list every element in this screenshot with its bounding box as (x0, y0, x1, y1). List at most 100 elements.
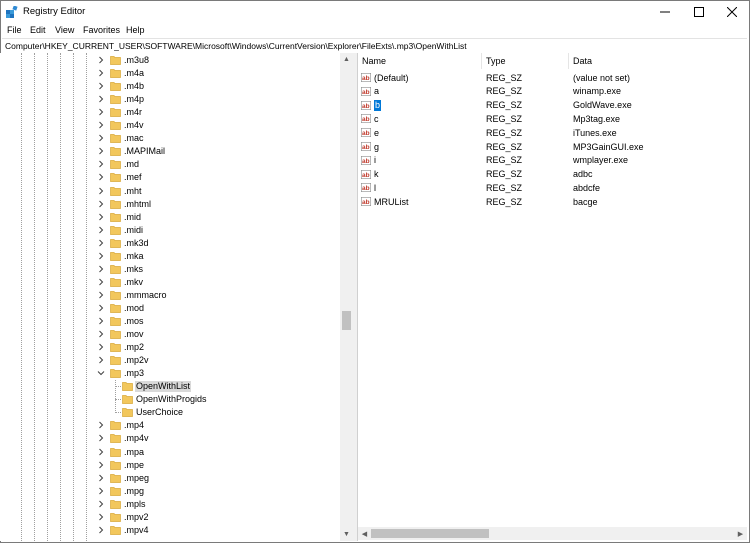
tree-item[interactable]: .mpv2 (0, 511, 340, 524)
chevron-right-icon[interactable] (97, 200, 105, 208)
tree-item[interactable]: .md (0, 158, 340, 171)
chevron-right-icon[interactable] (97, 82, 105, 90)
chevron-right-icon[interactable] (97, 121, 105, 129)
tree-item-label[interactable]: .m4v (123, 120, 145, 131)
chevron-down-icon[interactable] (97, 369, 105, 377)
tree-item[interactable]: .mpeg (0, 472, 340, 485)
tree-item[interactable]: .mpe (0, 459, 340, 472)
tree-item[interactable]: .mkv (0, 276, 340, 289)
tree-item-label[interactable]: .mp4 (123, 420, 145, 431)
menu-view[interactable]: View (55, 25, 74, 36)
value-name[interactable]: l (374, 183, 376, 194)
tree-item-label[interactable]: .mpa (123, 447, 145, 458)
tree-item-label[interactable]: .mp3 (123, 368, 145, 379)
chevron-right-icon[interactable] (97, 474, 105, 482)
address-bar[interactable]: Computer\HKEY_CURRENT_USER\SOFTWARE\Micr… (2, 38, 747, 54)
value-row[interactable]: ab k REG_SZ adbc (358, 168, 747, 182)
tree-item[interactable]: .mp3 (0, 367, 340, 380)
chevron-right-icon[interactable] (97, 291, 105, 299)
tree-item-label[interactable]: .mpv4 (123, 525, 150, 536)
column-header-name[interactable]: Name (358, 53, 482, 69)
scroll-up-arrow-icon[interactable]: ▲ (340, 53, 353, 66)
tree-item[interactable]: .mpv4 (0, 524, 340, 537)
tree-scroll-thumb[interactable] (342, 311, 351, 330)
value-name[interactable]: i (374, 155, 376, 166)
close-button[interactable] (715, 1, 749, 23)
tree-item[interactable]: .mp4 (0, 419, 340, 432)
value-row[interactable]: ab c REG_SZ Mp3tag.exe (358, 112, 747, 126)
chevron-right-icon[interactable] (97, 304, 105, 312)
tree-item[interactable]: .mod (0, 302, 340, 315)
scroll-left-arrow-icon[interactable]: ◀ (358, 527, 371, 540)
tree-item-label[interactable]: .mht (123, 186, 143, 197)
tree-item[interactable]: UserChoice (0, 406, 340, 419)
chevron-right-icon[interactable] (97, 56, 105, 64)
value-row[interactable]: ab i REG_SZ wmplayer.exe (358, 154, 747, 168)
tree-item[interactable]: .mhtml (0, 198, 340, 211)
tree-item-label[interactable]: OpenWithProgids (135, 394, 208, 405)
chevron-right-icon[interactable] (97, 213, 105, 221)
chevron-right-icon[interactable] (97, 108, 105, 116)
tree-item-label[interactable]: .mid (123, 212, 142, 223)
list-horizontal-scrollbar[interactable]: ◀ ▶ (358, 527, 747, 540)
tree-item-label[interactable]: .mkv (123, 277, 144, 288)
tree-item-label[interactable]: .mks (123, 264, 144, 275)
chevron-right-icon[interactable] (97, 461, 105, 469)
tree-item[interactable]: .mac (0, 132, 340, 145)
chevron-right-icon[interactable] (97, 252, 105, 260)
tree-item[interactable]: .midi (0, 224, 340, 237)
value-row[interactable]: ab b REG_SZ GoldWave.exe (358, 99, 747, 113)
tree-item-label[interactable]: .mp2v (123, 355, 150, 366)
tree-item-label[interactable]: .mpg (123, 486, 145, 497)
chevron-right-icon[interactable] (97, 265, 105, 273)
tree-item-label[interactable]: .mef (123, 172, 143, 183)
value-name[interactable]: g (374, 142, 379, 153)
chevron-right-icon[interactable] (97, 330, 105, 338)
tree-item-label[interactable]: .mpv2 (123, 512, 150, 523)
value-name[interactable]: k (374, 169, 379, 180)
tree-item[interactable]: .mpg (0, 485, 340, 498)
tree-item-label[interactable]: .mos (123, 316, 145, 327)
value-row[interactable]: ab l REG_SZ abdcfe (358, 181, 747, 195)
minimize-button[interactable] (648, 1, 682, 23)
maximize-button[interactable] (682, 1, 716, 23)
tree-item-label[interactable]: .midi (123, 225, 144, 236)
value-row[interactable]: ab a REG_SZ winamp.exe (358, 85, 747, 99)
tree-item-label[interactable]: .mpls (123, 499, 147, 510)
tree-item[interactable]: .mks (0, 263, 340, 276)
tree-item-label[interactable]: UserChoice (135, 407, 184, 418)
values-list-pane[interactable]: Name Type Data ab (Default) REG_SZ (value n… (358, 53, 747, 541)
tree-item[interactable]: .mht (0, 185, 340, 198)
menu-edit[interactable]: Edit (30, 25, 46, 36)
chevron-right-icon[interactable] (97, 95, 105, 103)
chevron-right-icon[interactable] (97, 160, 105, 168)
chevron-right-icon[interactable] (97, 69, 105, 77)
chevron-right-icon[interactable] (97, 317, 105, 325)
tree-item-label[interactable]: .mk3d (123, 238, 150, 249)
menu-file[interactable]: File (7, 25, 22, 36)
tree-item[interactable]: .mka (0, 250, 340, 263)
tree-item[interactable]: .m4v (0, 119, 340, 132)
tree-item[interactable]: .mpls (0, 498, 340, 511)
tree-item-label[interactable]: .mov (123, 329, 145, 340)
chevron-right-icon[interactable] (97, 500, 105, 508)
scroll-right-arrow-icon[interactable]: ▶ (734, 527, 747, 540)
tree-item[interactable]: .MAPIMail (0, 145, 340, 158)
tree-item-label[interactable]: .MAPIMail (123, 146, 166, 157)
tree-item-label[interactable]: .mod (123, 303, 145, 314)
scroll-down-arrow-icon[interactable]: ▼ (340, 528, 353, 541)
tree-item-label[interactable]: .mp2 (123, 342, 145, 353)
list-scroll-thumb[interactable] (371, 529, 489, 538)
tree-item-label[interactable]: .md (123, 159, 140, 170)
tree-item-label[interactable]: .mp4v (123, 433, 150, 444)
value-name[interactable]: e (374, 128, 379, 139)
tree-item-label[interactable]: .m4r (123, 107, 143, 118)
value-row[interactable]: ab MRUList REG_SZ bacge (358, 195, 747, 209)
tree-item-label[interactable]: .mka (123, 251, 145, 262)
tree-item[interactable]: .m4r (0, 106, 340, 119)
tree-item[interactable]: .mid (0, 211, 340, 224)
chevron-right-icon[interactable] (97, 278, 105, 286)
chevron-right-icon[interactable] (97, 343, 105, 351)
tree-item-label[interactable]: OpenWithList (135, 381, 192, 393)
chevron-right-icon[interactable] (97, 187, 105, 195)
